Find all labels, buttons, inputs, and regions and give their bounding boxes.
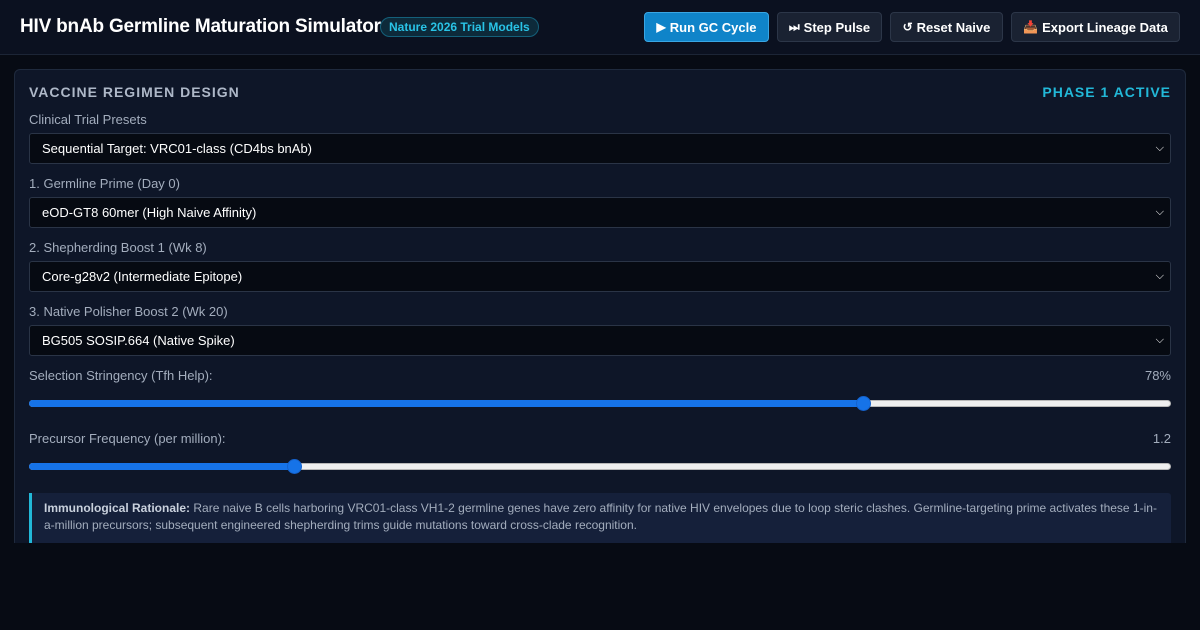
prime-select[interactable]: eOD-GT8 60mer (High Naive Affinity) ⌵ [29, 197, 1171, 228]
stringency-value: 78% [1144, 368, 1171, 383]
skip-forward-icon: ⏭ [788, 19, 800, 34]
boost2-label: 3. Native Polisher Boost 2 (Wk 20) [29, 304, 228, 319]
reset-naive-label: Reset Naive [916, 19, 991, 35]
slider-fill [29, 400, 863, 407]
precursor-label: Precursor Frequency (per million): [29, 431, 226, 446]
prime-label: 1. Germline Prime (Day 0) [29, 176, 180, 191]
play-icon: ▶ [656, 20, 666, 34]
app-title: HIV bnAb Germline Maturation Simulator [20, 16, 381, 37]
step-pulse-label: Step Pulse [803, 19, 871, 35]
prime-value: eOD-GT8 60mer (High Naive Affinity) [42, 205, 257, 220]
export-lineage-label: Export Lineage Data [1042, 19, 1168, 35]
phase-status: PHASE 1 ACTIVE [1042, 84, 1171, 100]
rationale-heading: Immunological Rationale: [44, 501, 191, 515]
slider-thumb[interactable] [855, 396, 871, 411]
panel-title: VACCINE REGIMEN DESIGN [29, 84, 240, 100]
boost2-select[interactable]: BG505 SOSIP.664 (Native Spike) ⌵ [29, 325, 1171, 356]
export-lineage-button[interactable]: 📥 Export Lineage Data [1011, 12, 1180, 42]
chevron-down-icon: ⌵ [1155, 142, 1164, 154]
preset-value: Sequential Target: VRC01-class (CD4bs bn… [42, 141, 313, 156]
slider-thumb[interactable] [286, 459, 302, 474]
trial-models-badge: Nature 2026 Trial Models [380, 17, 539, 37]
run-gc-cycle-button[interactable]: ▶ Run GC Cycle [644, 12, 769, 42]
precursor-value: 1.2 [1152, 431, 1171, 446]
slider-fill [29, 463, 294, 470]
stringency-label: Selection Stringency (Tfh Help): [29, 368, 213, 383]
boost1-select[interactable]: Core-g28v2 (Intermediate Epitope) ⌵ [29, 261, 1171, 292]
reset-naive-button[interactable]: ↺ Reset Naive [890, 12, 1003, 42]
stringency-slider[interactable] [29, 396, 1171, 411]
precursor-slider[interactable] [29, 459, 1171, 474]
reset-icon: ↺ [902, 20, 913, 34]
rationale-text: Rare naive B cells harboring VRC01-class… [44, 501, 1157, 532]
step-pulse-button[interactable]: ⏭ Step Pulse [777, 12, 882, 42]
run-gc-cycle-label: Run GC Cycle [669, 19, 757, 35]
boost1-value: Core-g28v2 (Intermediate Epitope) [42, 269, 243, 284]
chevron-down-icon: ⌵ [1155, 206, 1164, 218]
boost2-value: BG505 SOSIP.664 (Native Spike) [42, 333, 235, 348]
chevron-down-icon: ⌵ [1155, 334, 1164, 346]
rationale-callout: Immunological Rationale: Rare naive B ce… [29, 493, 1171, 543]
preset-label: Clinical Trial Presets [29, 112, 147, 127]
boost1-label: 2. Shepherding Boost 1 (Wk 8) [29, 240, 207, 255]
download-tray-icon: 📥 [1023, 20, 1039, 34]
chevron-down-icon: ⌵ [1155, 270, 1164, 282]
top-bar: HIV bnAb Germline Maturation Simulator N… [0, 0, 1200, 55]
preset-select[interactable]: Sequential Target: VRC01-class (CD4bs bn… [29, 133, 1171, 164]
vaccine-regimen-panel: VACCINE REGIMEN DESIGN PHASE 1 ACTIVE Cl… [14, 69, 1186, 543]
